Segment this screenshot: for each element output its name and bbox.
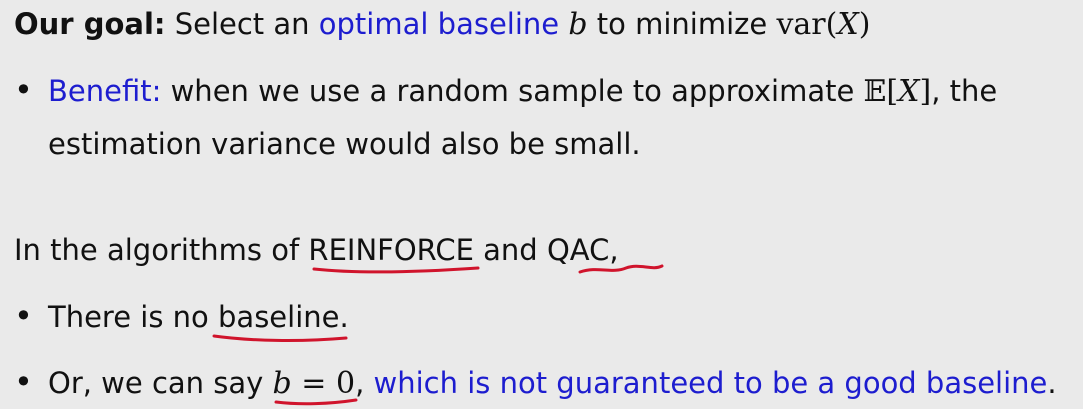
goal-math-func: var: [776, 7, 826, 42]
bullet-dot: •: [14, 71, 33, 109]
algorithms-text-2: and: [483, 233, 538, 267]
not-guaranteed-text: which is not guaranteed to be a good bas…: [373, 366, 1048, 400]
benefit-line: • Benefit: when we use a random sample to…: [14, 72, 997, 110]
benefit-math-e: 𝔼: [863, 74, 887, 109]
bullet-dot: •: [14, 297, 33, 335]
goal-math-open: (: [825, 7, 838, 42]
math-equals: =: [291, 366, 336, 401]
math-b: b: [272, 366, 292, 401]
annotation-layer: [212, 264, 664, 406]
bullet-dot: •: [14, 363, 33, 401]
baseline-word: baseline: [218, 300, 340, 334]
no-baseline-period: .: [339, 300, 349, 334]
algorithms-line: In the algorithms of REINFORCE and QAC,: [14, 232, 619, 268]
benefit-math-open: [: [886, 74, 899, 109]
benefit-label: Benefit:: [48, 74, 162, 108]
goal-line: Our goal: Select an optimal baseline b t…: [14, 6, 870, 43]
benefit-text-2: , the: [931, 74, 998, 108]
benefit-text-1: when we use a random sample to approxima…: [170, 74, 855, 108]
benefit-continuation: estimation variance would also be small.: [48, 127, 641, 161]
reinforce-underline: [312, 266, 480, 274]
b-equals-zero-line: • Or, we can say b = 0, which is not guar…: [14, 364, 1057, 402]
goal-text-2: to minimize: [596, 7, 768, 41]
goal-highlight: optimal baseline: [318, 7, 560, 41]
goal-text-1: Select an: [174, 7, 310, 41]
no-baseline-text-1: There is no: [48, 300, 209, 334]
algorithms-text-1: In the algorithms of: [14, 233, 300, 267]
benefit-math-close: ]: [919, 74, 932, 109]
reinforce-text: REINFORCE: [308, 233, 474, 267]
b-zero-comma: ,: [355, 366, 365, 400]
goal-math-x: X: [837, 7, 859, 42]
benefit-continuation-line: estimation variance would also be small.: [48, 126, 641, 162]
goal-label: Our goal:: [14, 7, 166, 41]
b-zero-period: .: [1047, 366, 1057, 400]
benefit-math-x: X: [898, 74, 920, 109]
baseline-underline: [212, 334, 348, 342]
goal-math-close: ): [858, 7, 871, 42]
qac-text: QAC,: [546, 233, 619, 267]
goal-var-b: b: [568, 7, 588, 42]
b-zero-text-1: Or, we can say: [48, 366, 264, 400]
math-zero: 0: [335, 366, 356, 401]
no-baseline-line: • There is no baseline.: [14, 298, 349, 335]
